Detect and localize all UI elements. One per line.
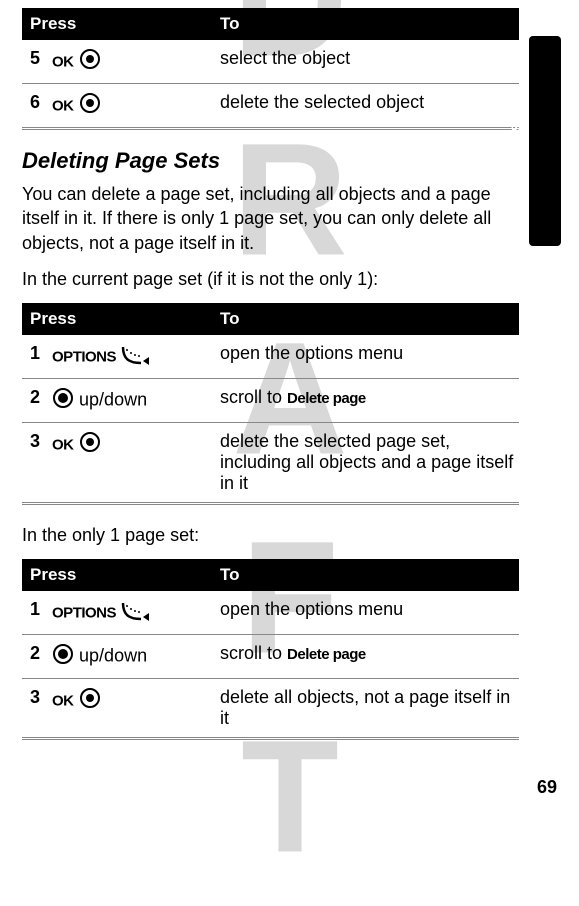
- nav-ok-icon: [79, 92, 101, 119]
- table-row: 2 up/down scroll to Delete page: [22, 379, 519, 423]
- nav-ok-icon: [79, 687, 101, 714]
- step-number: 3: [22, 679, 44, 739]
- header-press: Press: [22, 8, 212, 40]
- to-cell: open the options menu: [212, 335, 519, 379]
- header-to: To: [212, 559, 519, 591]
- side-tab-label: Messages: [506, 99, 526, 180]
- table-row: 3 OK delete all objects, not a page itse…: [22, 679, 519, 739]
- softkey-right-icon: [121, 343, 151, 370]
- to-bold: Delete page: [287, 646, 366, 663]
- nav-ok-icon: [79, 48, 101, 75]
- press-cell: OK: [44, 40, 212, 84]
- table-row: 3 OK delete the selected page set, inclu…: [22, 423, 519, 504]
- key-label: OPTIONS: [52, 605, 116, 622]
- to-cell: delete all objects, not a page itself in…: [212, 679, 519, 739]
- table-header-row: Press To: [22, 8, 519, 40]
- step-number: 1: [22, 335, 44, 379]
- nav-updown-icon: [52, 387, 74, 414]
- table-header-row: Press To: [22, 559, 519, 591]
- press-cell: OPTIONS: [44, 335, 212, 379]
- table-row: 5 OK select the object: [22, 40, 519, 84]
- to-cell: delete the selected object: [212, 84, 519, 129]
- paragraph: You can delete a page set, including all…: [22, 182, 519, 255]
- header-press: Press: [22, 303, 212, 335]
- step-number: 3: [22, 423, 44, 504]
- key-label: OPTIONS: [52, 348, 116, 365]
- to-prefix: scroll to: [220, 387, 287, 407]
- header-to: To: [212, 303, 519, 335]
- steps-table-a: Press To 1 OPTIONS open the options menu…: [22, 303, 519, 505]
- to-cell: open the options menu: [212, 591, 519, 635]
- continuation-table: Press To 5 OK select the object 6 OK del…: [22, 8, 519, 130]
- press-cell: OPTIONS: [44, 591, 212, 635]
- key-label: OK: [52, 436, 74, 453]
- table-header-row: Press To: [22, 303, 519, 335]
- side-tab: [529, 36, 561, 246]
- to-cell: select the object: [212, 40, 519, 84]
- table-row: 1 OPTIONS open the options menu: [22, 335, 519, 379]
- table-row: 2 up/down scroll to Delete page: [22, 635, 519, 679]
- key-label: up/down: [79, 646, 147, 666]
- press-cell: OK: [44, 679, 212, 739]
- key-label: OK: [52, 97, 74, 114]
- to-bold: Delete page: [287, 390, 366, 407]
- press-cell: up/down: [44, 635, 212, 679]
- key-label: OK: [52, 53, 74, 70]
- nav-ok-icon: [79, 431, 101, 458]
- header-press: Press: [22, 559, 212, 591]
- press-cell: up/down: [44, 379, 212, 423]
- step-number: 2: [22, 379, 44, 423]
- nav-updown-icon: [52, 643, 74, 670]
- paragraph: In the only 1 page set:: [22, 523, 519, 547]
- to-cell: scroll to Delete page: [212, 635, 519, 679]
- key-label: OK: [52, 693, 74, 710]
- table-row: 1 OPTIONS open the options menu: [22, 591, 519, 635]
- key-label: up/down: [79, 389, 147, 409]
- press-cell: OK: [44, 84, 212, 129]
- page-content: Press To 5 OK select the object 6 OK del…: [0, 0, 579, 740]
- step-number: 5: [22, 40, 44, 84]
- paragraph: In the current page set (if it is not th…: [22, 267, 519, 291]
- section-heading: Deleting Page Sets: [22, 148, 519, 174]
- table-row: 6 OK delete the selected object: [22, 84, 519, 129]
- softkey-right-icon: [121, 599, 151, 626]
- to-cell: scroll to Delete page: [212, 379, 519, 423]
- page-number: 69: [537, 777, 557, 798]
- header-to: To: [212, 8, 519, 40]
- step-number: 1: [22, 591, 44, 635]
- to-cell: delete the selected page set, including …: [212, 423, 519, 504]
- to-prefix: scroll to: [220, 643, 287, 663]
- step-number: 2: [22, 635, 44, 679]
- step-number: 6: [22, 84, 44, 129]
- steps-table-b: Press To 1 OPTIONS open the options menu…: [22, 559, 519, 740]
- press-cell: OK: [44, 423, 212, 504]
